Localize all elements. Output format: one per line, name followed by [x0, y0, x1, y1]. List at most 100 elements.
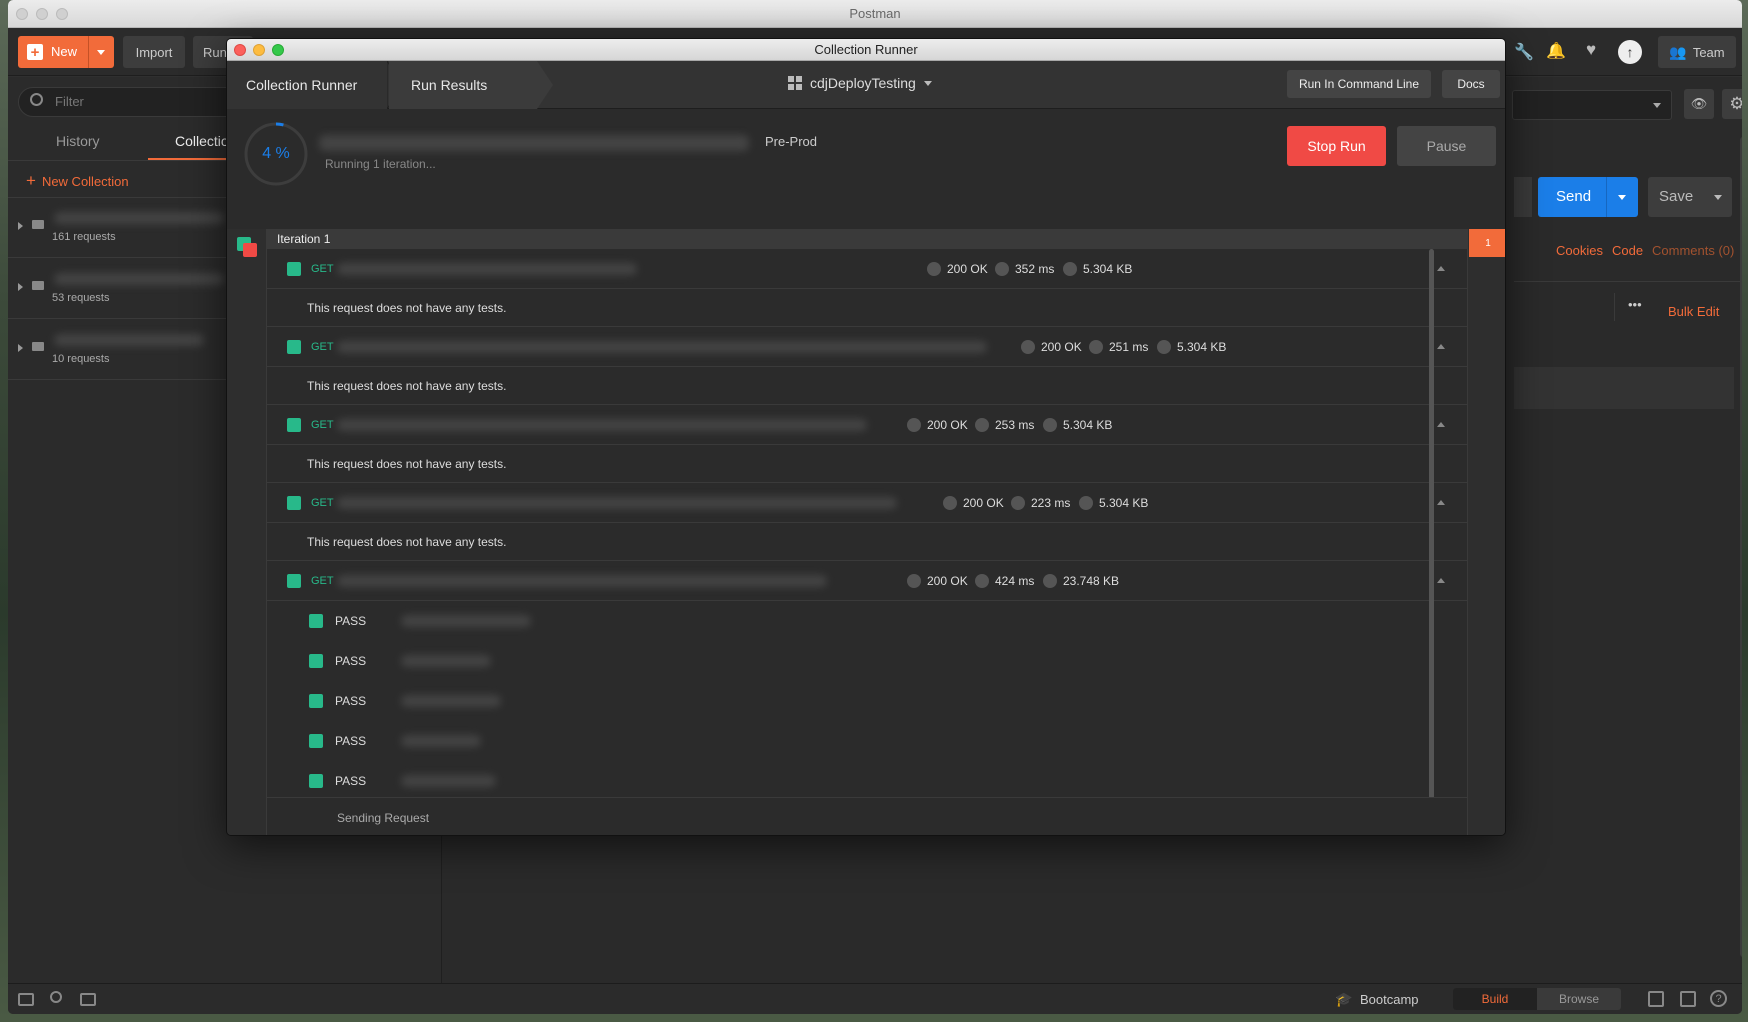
- send-label: Send: [1556, 188, 1592, 205]
- response-size: 5.304 KB: [1177, 340, 1227, 354]
- new-collection-button[interactable]: + New Collection: [26, 171, 129, 191]
- bell-icon[interactable]: 🔔: [1546, 41, 1566, 61]
- keyboard-icon[interactable]: [1680, 991, 1696, 1007]
- close-light[interactable]: [16, 8, 28, 20]
- request-name-redacted: [337, 419, 867, 431]
- breadcrumb-run-results[interactable]: Run Results: [389, 61, 537, 109]
- gear-icon[interactable]: ⚙: [1722, 89, 1742, 119]
- stop-run-button[interactable]: Stop Run: [1287, 126, 1386, 166]
- search-icon: [30, 93, 43, 106]
- more-options-icon[interactable]: •••: [1628, 297, 1642, 312]
- zoom-light[interactable]: [56, 8, 68, 20]
- size-dot: [1043, 574, 1057, 588]
- request-name-redacted: [337, 575, 827, 587]
- wrench-icon[interactable]: 🔧: [1514, 42, 1534, 62]
- status-dot: [943, 496, 957, 510]
- pass-indicator: [309, 774, 323, 788]
- response-status: 200 OK: [927, 574, 968, 588]
- test-result-row: PASS: [267, 681, 1481, 721]
- collection-selector[interactable]: cdjDeployTesting: [788, 75, 932, 91]
- time-dot: [975, 574, 989, 588]
- url-input-edge[interactable]: [1514, 177, 1532, 217]
- progress-percent: 4 %: [262, 145, 290, 162]
- iteration-marker[interactable]: 1: [1469, 229, 1505, 257]
- collapse-chevron-icon[interactable]: [1437, 578, 1445, 583]
- help-icon[interactable]: ?: [1710, 990, 1727, 1007]
- runner-footer: Sending Request: [267, 797, 1481, 835]
- chevron-down-icon: [923, 80, 932, 86]
- heart-icon[interactable]: ♥: [1586, 40, 1596, 60]
- response-status: 200 OK: [1041, 340, 1082, 354]
- avatar[interactable]: ↑: [1618, 40, 1642, 64]
- breadcrumb-collection-runner[interactable]: Collection Runner: [227, 61, 387, 109]
- docs-button[interactable]: Docs: [1442, 70, 1500, 98]
- results-list: GET 200 OK 352 ms 5.304 KB This request …: [267, 249, 1481, 835]
- browse-tab[interactable]: Browse: [1537, 988, 1621, 1010]
- status-dot: [907, 574, 921, 588]
- sending-status: Sending Request: [337, 811, 430, 825]
- chevron-right-icon[interactable]: [18, 344, 23, 352]
- send-button[interactable]: Send: [1538, 177, 1638, 217]
- no-tests-message: This request does not have any tests.: [267, 445, 1481, 483]
- team-button[interactable]: 👥 Team: [1658, 36, 1736, 68]
- run-in-command-line-button[interactable]: Run In Command Line: [1287, 70, 1431, 98]
- collection-name-redacted: [54, 273, 224, 285]
- new-button[interactable]: + New: [18, 36, 114, 68]
- request-method: GET: [311, 575, 334, 587]
- layout-icon[interactable]: [1648, 991, 1664, 1007]
- params-row[interactable]: [1514, 367, 1734, 409]
- code-link[interactable]: Code: [1612, 243, 1643, 258]
- minimize-light[interactable]: [36, 8, 48, 20]
- iteration-label: Iteration 1: [277, 232, 331, 246]
- time-dot: [975, 418, 989, 432]
- test-result-row: PASS: [267, 761, 1481, 801]
- request-row[interactable]: GET 200 OK 352 ms 5.304 KB: [267, 249, 1481, 289]
- console-icon[interactable]: [80, 993, 96, 1006]
- status-dot: [927, 262, 941, 276]
- send-dropdown-chevron-icon[interactable]: [1618, 195, 1626, 200]
- request-row[interactable]: GET 200 OK 253 ms 5.304 KB: [267, 405, 1481, 445]
- import-button[interactable]: Import: [123, 36, 185, 68]
- folder-icon: [32, 342, 44, 351]
- iteration-header[interactable]: Iteration 1: [267, 229, 1481, 249]
- new-collection-label: New Collection: [41, 173, 129, 189]
- build-tab[interactable]: Build: [1453, 988, 1537, 1010]
- comments-link[interactable]: Comments (0): [1652, 243, 1734, 258]
- chevron-right-icon[interactable]: [18, 283, 23, 291]
- collection-request-count: 161 requests: [52, 231, 116, 243]
- collapse-chevron-icon[interactable]: [1437, 500, 1445, 505]
- size-dot: [1157, 340, 1171, 354]
- postman-window-title: Postman: [849, 6, 901, 21]
- pause-button[interactable]: Pause: [1397, 126, 1496, 166]
- response-status: 200 OK: [947, 262, 988, 276]
- save-button[interactable]: Save: [1648, 177, 1732, 217]
- cookies-link[interactable]: Cookies: [1556, 243, 1603, 258]
- minimize-light[interactable]: [253, 44, 265, 56]
- find-icon[interactable]: [50, 991, 62, 1003]
- collection-name-redacted: [54, 334, 204, 346]
- chevron-right-icon[interactable]: [18, 222, 23, 230]
- request-row[interactable]: GET 200 OK 424 ms 23.748 KB: [267, 561, 1481, 601]
- tab-history[interactable]: History: [56, 133, 100, 149]
- request-row[interactable]: GET 200 OK 251 ms 5.304 KB: [267, 327, 1481, 367]
- environment-select[interactable]: [1512, 90, 1672, 120]
- request-row[interactable]: GET 200 OK 223 ms 5.304 KB: [267, 483, 1481, 523]
- response-size: 23.748 KB: [1063, 574, 1120, 588]
- test-result-row: PASS: [267, 641, 1481, 681]
- collection-name-redacted: [54, 212, 224, 224]
- sidebar-toggle-icon[interactable]: [18, 993, 34, 1006]
- collapse-chevron-icon[interactable]: [1437, 422, 1445, 427]
- save-dropdown-chevron-icon[interactable]: [1714, 195, 1722, 200]
- zoom-light[interactable]: [272, 44, 284, 56]
- scrollbar[interactable]: [1740, 137, 1742, 957]
- bootcamp-link[interactable]: Bootcamp: [1360, 992, 1419, 1007]
- bulk-edit-link[interactable]: Bulk Edit: [1668, 304, 1719, 319]
- save-label: Save: [1659, 188, 1694, 205]
- close-light[interactable]: [234, 44, 246, 56]
- collapse-chevron-icon[interactable]: [1437, 266, 1445, 271]
- collapse-chevron-icon[interactable]: [1437, 344, 1445, 349]
- response-status: 200 OK: [963, 496, 1004, 510]
- new-dropdown-chevron-icon[interactable]: [97, 50, 105, 55]
- results-scrollbar[interactable]: [1429, 249, 1434, 799]
- eye-icon[interactable]: 👁: [1684, 89, 1714, 119]
